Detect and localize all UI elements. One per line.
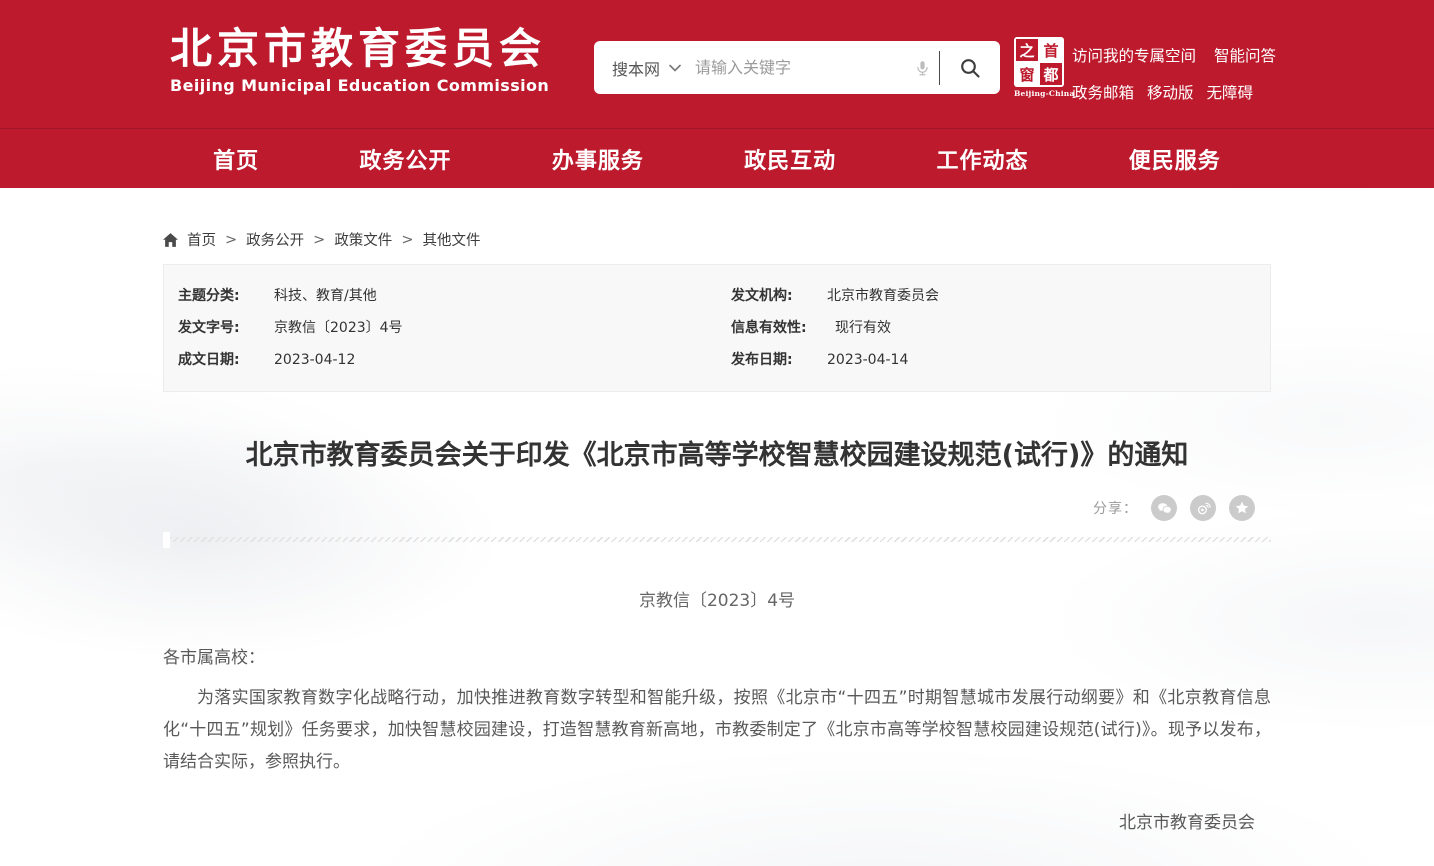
seal-char: 首 <box>1040 39 1062 61</box>
signature-org: 北京市教育委员会 <box>163 808 1271 833</box>
home-icon <box>163 233 178 247</box>
breadcrumb-gov-disclosure[interactable]: 政务公开 <box>246 229 304 250</box>
link-smart-qa[interactable]: 智能问答 <box>1214 44 1276 66</box>
article-paragraph: 为落实国家教育数字化战略行动，加快推进教育数字转型和智能升级，按照《北京市“十四… <box>163 682 1271 778</box>
search-scope-label: 搜本网 <box>612 56 660 80</box>
meta-label: 发文字号: <box>178 319 274 338</box>
link-mobile-version[interactable]: 移动版 <box>1147 81 1194 103</box>
salutation: 各市属高校： <box>163 643 1271 668</box>
meta-label: 发布日期: <box>731 351 827 370</box>
seal-char: 窗 <box>1016 63 1038 85</box>
meta-value: 北京市教育委员会 <box>827 287 939 306</box>
nav-item-convenience[interactable]: 便民服务 <box>1129 143 1221 175</box>
meta-row-issuing-org: 发文机构: 北京市教育委员会 <box>717 280 1270 312</box>
share-label: 分享： <box>1093 498 1138 518</box>
breadcrumb-policy-files[interactable]: 政策文件 <box>334 229 392 250</box>
link-accessibility[interactable]: 无障碍 <box>1207 81 1254 103</box>
breadcrumb-separator: > <box>313 232 325 248</box>
site-header: 北京市教育委员会 Beijing Municipal Education Com… <box>0 0 1434 128</box>
share-row: 分享： <box>163 495 1271 521</box>
nav-item-home[interactable]: 首页 <box>213 143 259 175</box>
meta-value: 科技、教育/其他 <box>274 287 377 306</box>
page-title: 北京市教育委员会关于印发《北京市高等学校智慧校园建设规范(试行)》的通知 <box>163 439 1271 473</box>
meta-label: 发文机构: <box>731 287 827 306</box>
meta-row-doc-number: 发文字号: 京教信〔2023〕4号 <box>164 312 717 344</box>
search-icon <box>958 56 982 80</box>
search-button[interactable] <box>940 41 1000 94</box>
meta-label: 信息有效性: <box>731 319 835 338</box>
nav-item-gov-disclosure[interactable]: 政务公开 <box>359 143 451 175</box>
meta-row-publish-date: 发布日期: 2023-04-14 <box>717 344 1270 376</box>
document-meta-box: 主题分类: 科技、教育/其他 发文机构: 北京市教育委员会 发文字号: 京教信〔… <box>163 264 1271 392</box>
meta-row-written-date: 成文日期: 2023-04-12 <box>164 344 717 376</box>
breadcrumb-other-files[interactable]: 其他文件 <box>422 229 480 250</box>
site-name-english: Beijing Municipal Education Commission <box>170 76 549 95</box>
site-name: 北京市教育委员会 <box>170 26 549 72</box>
qzone-share-icon[interactable] <box>1229 495 1255 521</box>
meta-value: 京教信〔2023〕4号 <box>274 319 403 338</box>
breadcrumb-home[interactable]: 首页 <box>187 229 216 250</box>
seal-char: 之 <box>1016 39 1038 61</box>
breadcrumb: 首页 > 政务公开 > 政策文件 > 其他文件 <box>163 229 1271 250</box>
nav-item-interaction[interactable]: 政民互动 <box>744 143 836 175</box>
nav-item-services[interactable]: 办事服务 <box>552 143 644 175</box>
site-logo[interactable]: 北京市教育委员会 Beijing Municipal Education Com… <box>170 26 549 95</box>
meta-value: 现行有效 <box>835 319 891 338</box>
header-quick-links: 访问我的专属空间 智能问答 政务邮箱 移动版 无障碍 <box>1072 44 1276 103</box>
link-gov-mailbox[interactable]: 政务邮箱 <box>1072 81 1134 103</box>
seal-char: 都 <box>1040 63 1062 85</box>
microphone-icon[interactable] <box>905 56 939 80</box>
meta-label: 成文日期: <box>178 351 274 370</box>
divider-notch <box>163 532 170 548</box>
link-my-space[interactable]: 访问我的专属空间 <box>1072 44 1196 66</box>
search-scope-dropdown[interactable]: 搜本网 <box>594 56 695 80</box>
capital-window-logo[interactable]: 之 首 窗 都 Beijing-China <box>1014 37 1066 98</box>
search-bar: 搜本网 <box>594 41 1000 94</box>
main-content: 首页 > 政务公开 > 政策文件 > 其他文件 主题分类: 科技、教育/其他 发… <box>163 229 1271 866</box>
meta-row-topic: 主题分类: 科技、教育/其他 <box>164 280 717 312</box>
breadcrumb-separator: > <box>225 232 237 248</box>
meta-row-validity: 信息有效性: 现行有效 <box>717 312 1270 344</box>
breadcrumb-separator: > <box>401 232 413 248</box>
meta-label: 主题分类: <box>178 287 274 306</box>
primary-nav: 首页 政务公开 办事服务 政民互动 工作动态 便民服务 <box>0 128 1434 188</box>
wechat-share-icon[interactable] <box>1151 495 1177 521</box>
meta-value: 2023-04-14 <box>827 351 908 370</box>
search-input[interactable] <box>695 58 905 77</box>
capital-window-caption: Beijing-China <box>1014 89 1066 98</box>
nav-item-work-news[interactable]: 工作动态 <box>936 143 1028 175</box>
document-number: 京教信〔2023〕4号 <box>163 586 1271 611</box>
weibo-share-icon[interactable] <box>1190 495 1216 521</box>
capital-window-seal-icon: 之 首 窗 都 <box>1014 37 1064 87</box>
chevron-down-icon <box>669 64 681 72</box>
meta-value: 2023-04-12 <box>274 351 355 370</box>
section-divider <box>163 537 1271 542</box>
